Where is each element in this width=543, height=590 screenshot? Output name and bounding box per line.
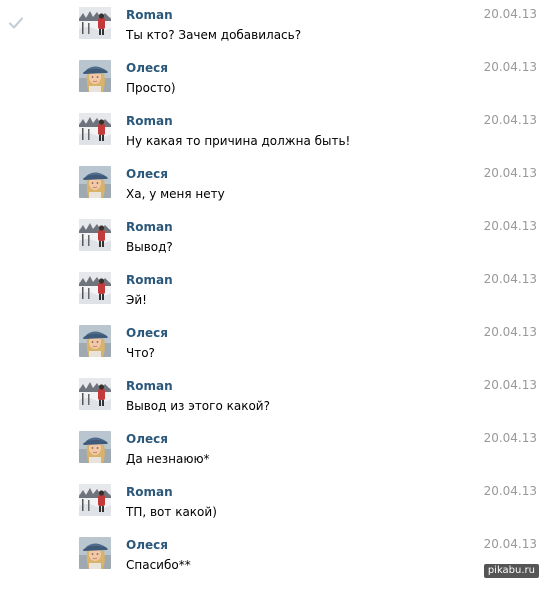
watermark: pikabu.ru	[483, 564, 539, 578]
avatar[interactable]	[79, 219, 111, 251]
avatar[interactable]	[79, 537, 111, 569]
avatar[interactable]	[79, 484, 111, 516]
message-date: 20.04.13	[483, 166, 537, 180]
message-date: 20.04.13	[483, 378, 537, 392]
avatar[interactable]	[79, 325, 111, 357]
message-text: Ну какая то причина должна быть!	[126, 134, 351, 148]
message-author[interactable]: Roman	[126, 220, 173, 234]
avatar[interactable]	[79, 7, 111, 39]
message-row[interactable]: Roman Вывод? 20.04.13	[0, 219, 543, 272]
message-text: Эй!	[126, 293, 147, 307]
avatar[interactable]	[79, 378, 111, 410]
avatar[interactable]	[79, 431, 111, 463]
message-author[interactable]: Олеся	[126, 326, 168, 340]
avatar[interactable]	[79, 60, 111, 92]
message-row[interactable]: Олеся Ха, у меня нету 20.04.13	[0, 166, 543, 219]
message-text: Спасибо**	[126, 558, 191, 572]
message-author[interactable]: Олеся	[126, 432, 168, 446]
message-text: Да незнаюю*	[126, 452, 210, 466]
message-text: Вывод?	[126, 240, 173, 254]
message-row[interactable]: Олеся Да незнаюю* 20.04.13	[0, 431, 543, 484]
message-date: 20.04.13	[483, 60, 537, 74]
message-text: Вывод из этого какой?	[126, 399, 270, 413]
message-author[interactable]: Олеся	[126, 167, 168, 181]
message-author[interactable]: Roman	[126, 485, 173, 499]
message-text: Что?	[126, 346, 155, 360]
message-date: 20.04.13	[483, 272, 537, 286]
message-date: 20.04.13	[483, 537, 537, 551]
message-date: 20.04.13	[483, 7, 537, 21]
message-author[interactable]: Олеся	[126, 538, 168, 552]
message-row[interactable]: Roman Эй! 20.04.13	[0, 272, 543, 325]
message-row[interactable]: Roman Ты кто? Зачем добавилась? 20.04.13	[0, 7, 543, 60]
message-author[interactable]: Roman	[126, 8, 173, 22]
message-row[interactable]: Roman ТП, вот какой) 20.04.13	[0, 484, 543, 537]
message-text: Просто)	[126, 81, 176, 95]
message-text: Ха, у меня нету	[126, 187, 225, 201]
message-text: ТП, вот какой)	[126, 505, 217, 519]
message-text: Ты кто? Зачем добавилась?	[126, 28, 302, 42]
message-author[interactable]: Олеся	[126, 61, 168, 75]
message-row[interactable]: Roman Вывод из этого какой? 20.04.13	[0, 378, 543, 431]
message-row[interactable]: Олеся Что? 20.04.13	[0, 325, 543, 378]
message-date: 20.04.13	[483, 219, 537, 233]
message-date: 20.04.13	[483, 431, 537, 445]
avatar[interactable]	[79, 272, 111, 304]
message-date: 20.04.13	[483, 484, 537, 498]
avatar[interactable]	[79, 113, 111, 145]
message-row[interactable]: Roman Ну какая то причина должна быть! 20.…	[0, 113, 543, 166]
avatar[interactable]	[79, 166, 111, 198]
message-author[interactable]: Roman	[126, 379, 173, 393]
message-date: 20.04.13	[483, 113, 537, 127]
message-author[interactable]: Roman	[126, 273, 173, 287]
message-date: 20.04.13	[483, 325, 537, 339]
message-row[interactable]: Олеся Просто) 20.04.13	[0, 60, 543, 113]
message-row[interactable]: Олеся Спасибо** 20.04.13	[0, 537, 543, 590]
message-author[interactable]: Roman	[126, 114, 173, 128]
